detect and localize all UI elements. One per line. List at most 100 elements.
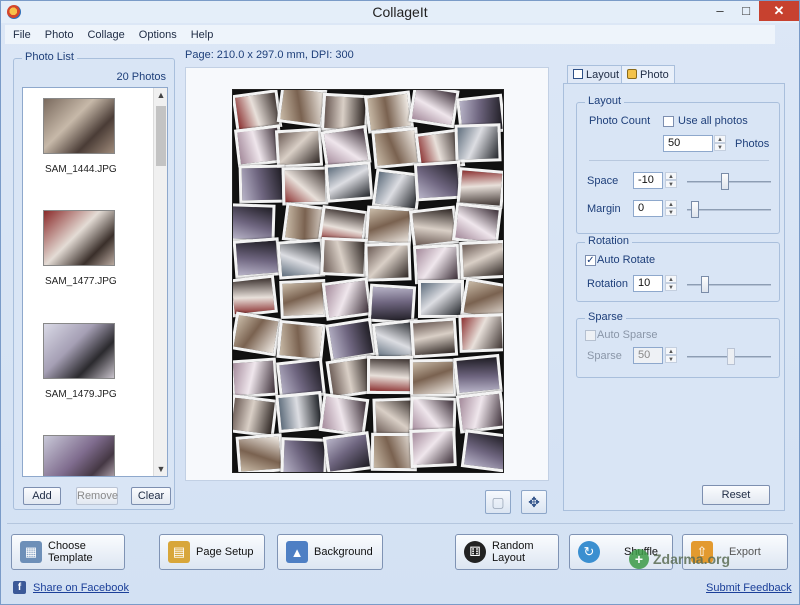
collage-photo-tile[interactable] bbox=[233, 311, 283, 357]
collage-photo-tile[interactable] bbox=[412, 244, 461, 285]
collage-page[interactable] bbox=[232, 89, 504, 473]
collage-photo-tile[interactable] bbox=[276, 319, 326, 362]
collage-photo-tile[interactable] bbox=[233, 202, 276, 243]
menu-help[interactable]: Help bbox=[191, 29, 214, 41]
collage-photo-tile[interactable] bbox=[322, 430, 373, 472]
collage-photo-tile[interactable] bbox=[413, 160, 462, 202]
menu-options[interactable]: Options bbox=[139, 29, 177, 41]
collage-photo-tile[interactable] bbox=[366, 355, 413, 395]
space-stepper[interactable]: ▲ ▼ bbox=[665, 172, 677, 189]
photo-count-label: Photo Count bbox=[589, 115, 651, 127]
list-item[interactable]: SAM_1479.JPG bbox=[23, 323, 153, 433]
menu-collage[interactable]: Collage bbox=[87, 29, 124, 41]
use-all-photos-label: Use all photos bbox=[678, 115, 748, 127]
collage-photo-tile[interactable] bbox=[461, 429, 503, 472]
collage-photo-tile[interactable] bbox=[275, 128, 324, 169]
collage-photo-tile[interactable] bbox=[276, 238, 325, 280]
random-layout-button[interactable]: ⚅ Random Layout bbox=[455, 534, 559, 570]
scroll-down-icon[interactable]: ▼ bbox=[154, 462, 167, 476]
collage-photo-tile[interactable] bbox=[318, 393, 370, 438]
sparse-slider[interactable] bbox=[727, 348, 735, 365]
background-button[interactable]: ▲ Background bbox=[277, 534, 383, 570]
menu-file[interactable]: File bbox=[13, 29, 31, 41]
collage-photo-tile[interactable] bbox=[459, 239, 503, 280]
collage-canvas[interactable] bbox=[185, 67, 549, 481]
clear-button[interactable]: Clear bbox=[131, 487, 171, 505]
space-slider[interactable] bbox=[721, 173, 729, 190]
maximize-button[interactable]: □ bbox=[733, 1, 759, 21]
photo-list[interactable]: SAM_1444.JPG SAM_1477.JPG SAM_1479.JPG ▲… bbox=[22, 87, 168, 477]
collage-photo-tile[interactable] bbox=[409, 428, 457, 469]
photo-list-scrollbar[interactable]: ▲ ▼ bbox=[153, 88, 167, 476]
close-button[interactable]: ✕ bbox=[759, 1, 799, 21]
collage-photo-tile[interactable] bbox=[417, 280, 464, 319]
collage-photo-tile[interactable] bbox=[371, 126, 421, 169]
scroll-up-icon[interactable]: ▲ bbox=[154, 88, 167, 102]
layout-group-title: Layout bbox=[585, 95, 625, 107]
photo-count-input[interactable]: 50 bbox=[663, 135, 713, 152]
rotation-input[interactable]: 10 bbox=[633, 275, 663, 292]
collage-photo-tile[interactable] bbox=[364, 205, 413, 247]
photo-list-panel: Photo List 20 Photos SAM_1444.JPG SAM_14… bbox=[13, 51, 175, 510]
submit-feedback-link[interactable]: Submit Feedback bbox=[706, 582, 792, 594]
reset-button[interactable]: Reset bbox=[702, 485, 770, 505]
list-item[interactable]: SAM_1444.JPG bbox=[23, 98, 153, 208]
photo-filename: SAM_1444.JPG bbox=[45, 164, 117, 175]
minimize-button[interactable]: – bbox=[707, 1, 733, 21]
auto-rotate-label: Auto Rotate bbox=[597, 254, 656, 266]
choose-template-button[interactable]: ▦ Choose Template bbox=[11, 534, 125, 570]
collage-photo-tile[interactable] bbox=[281, 166, 329, 205]
collage-photo-tile[interactable] bbox=[238, 164, 285, 204]
collage-photo-tile[interactable] bbox=[455, 390, 503, 434]
collage-photo-tile[interactable] bbox=[408, 90, 460, 128]
scroll-thumb[interactable] bbox=[156, 106, 166, 166]
page-setup-button[interactable]: ▤ Page Setup bbox=[159, 534, 265, 570]
rotation-stepper[interactable]: ▲ ▼ bbox=[665, 275, 677, 292]
collage-photo-tile[interactable] bbox=[319, 237, 368, 277]
tab-layout[interactable]: Layout bbox=[567, 65, 626, 84]
collage-photo-tile[interactable] bbox=[409, 205, 460, 249]
collage-photo-tile[interactable] bbox=[276, 90, 328, 128]
space-input[interactable]: -10 bbox=[633, 172, 663, 189]
collage-photo-tile[interactable] bbox=[279, 279, 327, 320]
auto-sparse-checkbox[interactable] bbox=[585, 330, 596, 341]
auto-rotate-checkbox[interactable]: ✓ bbox=[585, 255, 596, 266]
collage-photo-tile[interactable] bbox=[233, 357, 279, 399]
space-slider-track bbox=[687, 181, 771, 183]
list-item[interactable]: SAM_1477.JPG bbox=[23, 210, 153, 320]
collage-photo-tile[interactable] bbox=[454, 123, 502, 164]
collage-photo-tile[interactable] bbox=[409, 359, 456, 398]
use-all-photos-checkbox[interactable] bbox=[663, 116, 674, 127]
tab-photo[interactable]: Photo bbox=[621, 65, 675, 84]
collage-photo-tile[interactable] bbox=[324, 161, 374, 204]
margin-stepper[interactable]: ▲ ▼ bbox=[665, 200, 677, 217]
sparse-group: Sparse Auto Sparse Sparse 50 ▲ ▼ bbox=[576, 311, 780, 378]
photo-count-stepper[interactable]: ▲ ▼ bbox=[714, 135, 726, 152]
collage-photo-tile[interactable] bbox=[321, 277, 373, 322]
sparse-stepper[interactable]: ▲ ▼ bbox=[665, 347, 677, 364]
remove-button[interactable]: Remove bbox=[76, 487, 118, 505]
rotation-slider[interactable] bbox=[701, 276, 709, 293]
menu-photo[interactable]: Photo bbox=[45, 29, 74, 41]
collage-photo-tile[interactable] bbox=[409, 317, 459, 359]
crop-icon[interactable]: ▢ bbox=[485, 490, 511, 514]
collage-photo-tile[interactable] bbox=[364, 242, 412, 282]
collage-photo-tile[interactable] bbox=[453, 353, 503, 397]
fit-page-icon[interactable]: ✥ bbox=[521, 490, 547, 514]
collage-photo-tile[interactable] bbox=[233, 394, 279, 438]
photos-unit-label: Photos bbox=[735, 138, 770, 150]
collage-photo-tile[interactable] bbox=[275, 391, 325, 434]
add-button[interactable]: Add bbox=[23, 487, 61, 505]
collage-photo-tile[interactable] bbox=[233, 274, 278, 318]
sparse-input[interactable]: 50 bbox=[633, 347, 663, 364]
margin-input[interactable]: 0 bbox=[633, 200, 663, 217]
margin-slider[interactable] bbox=[691, 201, 699, 218]
list-item[interactable] bbox=[23, 435, 153, 476]
collage-photo-tile[interactable] bbox=[235, 433, 285, 472]
share-facebook-link[interactable]: Share on Facebook bbox=[33, 582, 129, 594]
facebook-icon[interactable]: f bbox=[13, 581, 26, 594]
layout-separator bbox=[589, 160, 769, 161]
collage-photo-tile[interactable] bbox=[458, 313, 503, 354]
collage-photo-tile[interactable] bbox=[280, 436, 328, 472]
collage-photo-tile[interactable] bbox=[233, 236, 282, 279]
